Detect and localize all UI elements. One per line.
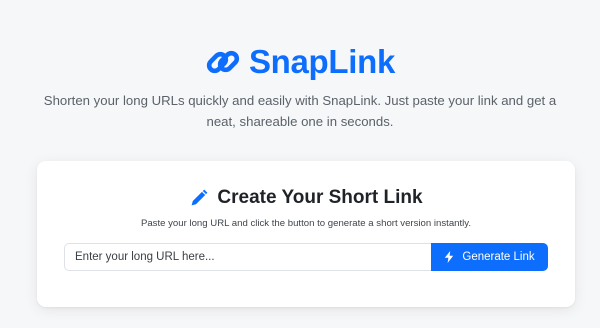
brand-name: SnapLink	[248, 43, 396, 80]
link-icon	[206, 50, 240, 74]
card-subtitle: Paste your long URL and click the button…	[140, 218, 472, 229]
generate-link-button[interactable]: Generate Link	[431, 243, 548, 271]
generate-link-label: Generate Link	[462, 251, 535, 263]
page: SnapLink Shorten your long URLs quickly …	[0, 0, 600, 328]
pencil-icon	[192, 189, 208, 206]
long-url-input[interactable]	[64, 243, 432, 271]
lightning-icon	[445, 251, 454, 263]
tagline: Shorten your long URLs quickly and easil…	[43, 93, 557, 129]
brand-header: SnapLink	[0, 44, 600, 80]
shorten-card: Create Your Short Link Paste your long U…	[37, 161, 575, 307]
card-title: Create Your Short Link	[37, 186, 575, 210]
card-title-text: Create Your Short Link	[217, 187, 423, 208]
